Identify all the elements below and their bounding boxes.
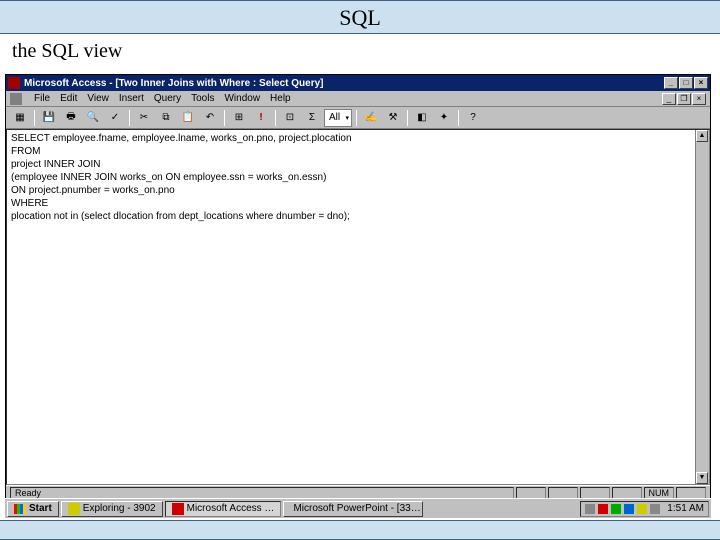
toolbar-separator bbox=[275, 110, 276, 126]
toolbar-separator bbox=[224, 110, 225, 126]
undo-button[interactable]: ↶ bbox=[200, 109, 220, 127]
taskbar-item-powerpoint[interactable]: Microsoft PowerPoint - [33… bbox=[283, 501, 423, 517]
menubar: File Edit View Insert Query Tools Window… bbox=[6, 91, 710, 107]
spelling-button[interactable]: ✓ bbox=[105, 109, 125, 127]
paste-button[interactable]: 📋 bbox=[178, 109, 198, 127]
new-object-button[interactable]: ✦ bbox=[434, 109, 454, 127]
mdi-close-button[interactable]: × bbox=[692, 93, 706, 105]
mdi-restore-button[interactable]: ❐ bbox=[677, 93, 691, 105]
slide-subtitle: the SQL view bbox=[0, 34, 720, 67]
sql-line: FROM bbox=[11, 145, 705, 158]
slide-title-bar: SQL bbox=[0, 0, 720, 34]
cut-button[interactable]: ✂ bbox=[134, 109, 154, 127]
view-mode-button[interactable]: ▦ bbox=[10, 109, 30, 127]
taskbar-item-access[interactable]: Microsoft Access … bbox=[165, 501, 282, 517]
start-button[interactable]: Start bbox=[7, 501, 59, 517]
properties-button[interactable]: ✍ bbox=[361, 109, 381, 127]
run-button[interactable]: ! bbox=[251, 109, 271, 127]
close-button[interactable]: × bbox=[694, 77, 708, 89]
toolbar-separator bbox=[129, 110, 130, 126]
sql-line: WHERE bbox=[11, 197, 705, 210]
help-button[interactable]: ? bbox=[463, 109, 483, 127]
taskbar-item-label: Microsoft Access … bbox=[187, 503, 275, 514]
top-values-dropdown[interactable]: All bbox=[324, 109, 352, 127]
query-type-button[interactable]: ⊞ bbox=[229, 109, 249, 127]
show-table-button[interactable]: ⊡ bbox=[280, 109, 300, 127]
windows-taskbar: Start Exploring - 3902 Microsoft Access … bbox=[5, 498, 711, 518]
start-label: Start bbox=[29, 503, 52, 514]
access-window: Microsoft Access - [Two Inner Joins with… bbox=[5, 74, 711, 502]
menu-edit[interactable]: Edit bbox=[60, 93, 77, 104]
toolbar-separator bbox=[356, 110, 357, 126]
access-icon bbox=[172, 503, 184, 515]
scroll-down-button[interactable]: ▼ bbox=[696, 472, 708, 484]
print-button[interactable]: 🖶 bbox=[61, 109, 81, 127]
tray-icon[interactable] bbox=[585, 504, 595, 514]
toolbar: ▦ 💾 🖶 🔍 ✓ ✂ ⧉ 📋 ↶ ⊞ ! ⊡ Σ All ✍ ⚒ ◧ ✦ ? bbox=[6, 107, 710, 129]
mdi-controls: _ ❐ × bbox=[662, 93, 706, 105]
tray-icon[interactable] bbox=[624, 504, 634, 514]
taskbar-clock[interactable]: 1:51 AM bbox=[663, 503, 704, 514]
explorer-icon bbox=[68, 503, 80, 515]
sql-line: project INNER JOIN bbox=[11, 158, 705, 171]
menu-window[interactable]: Window bbox=[224, 93, 260, 104]
mdi-minimize-button[interactable]: _ bbox=[662, 93, 676, 105]
toolbar-separator bbox=[34, 110, 35, 126]
menu-file[interactable]: File bbox=[34, 93, 50, 104]
copy-button[interactable]: ⧉ bbox=[156, 109, 176, 127]
tray-icon[interactable] bbox=[637, 504, 647, 514]
system-tray: 1:51 AM bbox=[580, 501, 709, 517]
sql-line: plocation not in (select dlocation from … bbox=[11, 210, 705, 223]
taskbar-item-label: Exploring - 3902 bbox=[83, 503, 156, 514]
access-app-icon bbox=[8, 77, 20, 89]
window-controls: _ □ × bbox=[664, 77, 708, 89]
tray-icon[interactable] bbox=[650, 504, 660, 514]
menu-query[interactable]: Query bbox=[154, 93, 181, 104]
vertical-scrollbar[interactable]: ▲ ▼ bbox=[695, 130, 709, 484]
sql-view-pane[interactable]: SELECT employee.fname, employee.lname, w… bbox=[6, 129, 710, 485]
database-window-button[interactable]: ◧ bbox=[412, 109, 432, 127]
tray-icon[interactable] bbox=[598, 504, 608, 514]
sql-line: SELECT employee.fname, employee.lname, w… bbox=[11, 132, 705, 145]
sql-text[interactable]: SELECT employee.fname, employee.lname, w… bbox=[11, 132, 705, 223]
slide-title: SQL bbox=[339, 5, 381, 30]
minimize-button[interactable]: _ bbox=[664, 77, 678, 89]
tray-icon[interactable] bbox=[611, 504, 621, 514]
menu-view[interactable]: View bbox=[87, 93, 109, 104]
totals-button[interactable]: Σ bbox=[302, 109, 322, 127]
toolbar-separator bbox=[458, 110, 459, 126]
menu-help[interactable]: Help bbox=[270, 93, 291, 104]
maximize-button[interactable]: □ bbox=[679, 77, 693, 89]
windows-flag-icon bbox=[14, 504, 26, 514]
save-button[interactable]: 💾 bbox=[39, 109, 59, 127]
menu-tools[interactable]: Tools bbox=[191, 93, 214, 104]
sql-line: (employee INNER JOIN works_on ON employe… bbox=[11, 171, 705, 184]
window-title: Microsoft Access - [Two Inner Joins with… bbox=[24, 78, 664, 89]
taskbar-item-label: Microsoft PowerPoint - [33… bbox=[293, 503, 420, 514]
menu-insert[interactable]: Insert bbox=[119, 93, 144, 104]
toolbar-separator bbox=[407, 110, 408, 126]
build-button[interactable]: ⚒ bbox=[383, 109, 403, 127]
mdi-system-icon[interactable] bbox=[10, 93, 22, 105]
titlebar: Microsoft Access - [Two Inner Joins with… bbox=[6, 75, 710, 91]
scroll-up-button[interactable]: ▲ bbox=[696, 130, 708, 142]
sql-line: ON project.pnumber = works_on.pno bbox=[11, 184, 705, 197]
print-preview-button[interactable]: 🔍 bbox=[83, 109, 103, 127]
taskbar-item-explorer[interactable]: Exploring - 3902 bbox=[61, 501, 163, 517]
slide-footer-bar bbox=[0, 520, 720, 540]
